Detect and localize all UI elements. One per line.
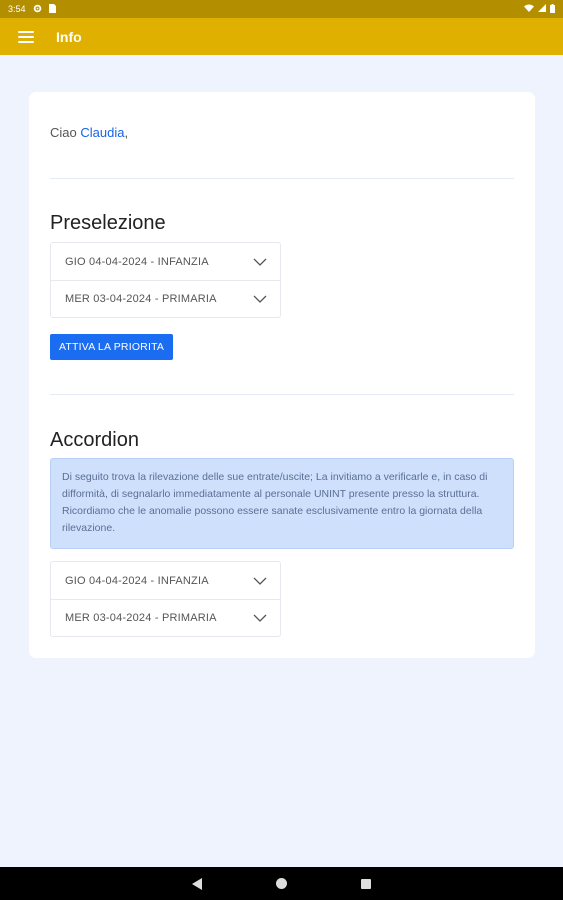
- accordion-item[interactable]: MER 03-04-2024 - PRIMARIA: [51, 599, 280, 636]
- user-name: Claudia: [80, 125, 125, 140]
- chevron-down-icon: [253, 258, 267, 266]
- dropdown-item-label: MER 03-04-2024 - PRIMARIA: [65, 612, 217, 624]
- accordion-title: Accordion: [50, 429, 139, 451]
- signal-icon: [538, 4, 546, 14]
- battery-icon: [550, 3, 555, 15]
- chevron-down-icon: [253, 295, 267, 303]
- status-bar: 3:54: [0, 0, 563, 18]
- info-alert: Di seguito trova la rilevazione delle su…: [50, 458, 514, 549]
- sim-card-icon: [48, 3, 56, 15]
- accordion-item[interactable]: GIO 04-04-2024 - INFANZIA: [51, 562, 280, 599]
- app-bar: Info: [0, 18, 563, 55]
- back-icon[interactable]: [192, 877, 202, 890]
- chevron-down-icon: [253, 577, 267, 585]
- divider: [50, 394, 514, 395]
- preselezione-item[interactable]: MER 03-04-2024 - PRIMARIA: [51, 280, 280, 317]
- recent-apps-icon[interactable]: [361, 878, 371, 889]
- greeting: Ciao Claudia,: [50, 125, 128, 140]
- home-icon[interactable]: [276, 878, 287, 889]
- hamburger-menu-icon[interactable]: [18, 30, 34, 43]
- dropdown-item-label: GIO 04-04-2024 - INFANZIA: [65, 574, 209, 587]
- status-time: 3:54: [8, 4, 26, 14]
- wifi-icon: [524, 4, 534, 14]
- divider: [50, 178, 514, 179]
- activate-priority-button[interactable]: ATTIVA LA PRIORITA: [50, 334, 174, 360]
- system-navigation-bar: [0, 867, 563, 900]
- chevron-down-icon: [253, 614, 267, 622]
- gear-icon: [33, 4, 42, 15]
- dropdown-item-label: GIO 04-04-2024 - INFANZIA: [65, 255, 209, 268]
- preselezione-dropdown-group: GIO 04-04-2024 - INFANZIA MER 03-04-2024…: [50, 242, 281, 318]
- page-title: Info: [56, 28, 82, 45]
- greeting-suffix: ,: [124, 125, 129, 140]
- greeting-prefix: Ciao: [50, 125, 81, 140]
- preselezione-title: Preselezione: [50, 212, 166, 234]
- preselezione-item[interactable]: GIO 04-04-2024 - INFANZIA: [51, 243, 280, 280]
- accordion-dropdown-group: GIO 04-04-2024 - INFANZIA MER 03-04-2024…: [50, 561, 281, 637]
- dropdown-item-label: MER 03-04-2024 - PRIMARIA: [65, 293, 217, 305]
- info-card: Ciao Claudia, Preselezione GIO 04-04-202…: [29, 92, 535, 658]
